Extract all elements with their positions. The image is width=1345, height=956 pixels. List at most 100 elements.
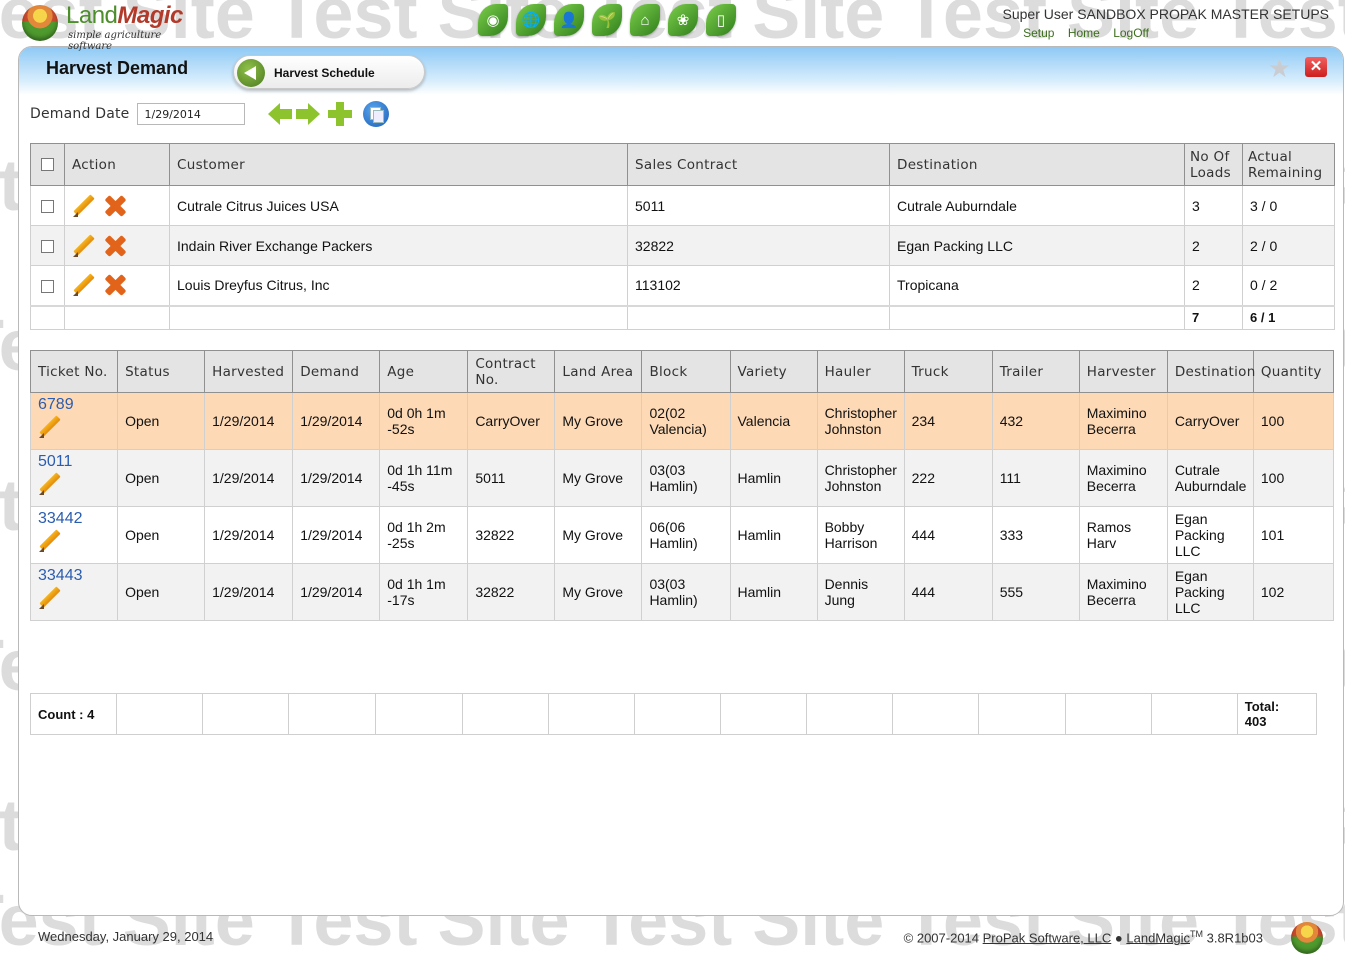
landmagic-logo[interactable]: LandMagic simple agriculture software: [22, 2, 202, 52]
quantity-header[interactable]: Quantity: [1252, 350, 1335, 393]
footer-logo-icon: [1291, 922, 1323, 954]
panel-header: Harvest Demand Harvest Schedule ★ ✕: [19, 47, 1343, 95]
row-checkbox[interactable]: [41, 240, 54, 254]
back-button-label: Harvest Schedule: [274, 66, 375, 80]
copy-icon: [363, 101, 390, 127]
truck-cell: 222: [903, 449, 993, 507]
ticket-row[interactable]: 33443 Open 1/29/2014 1/29/2014 0d 1h 1m -17s…: [29, 563, 1335, 621]
setup-link[interactable]: Setup: [1023, 26, 1054, 40]
harvester-header[interactable]: Harvester: [1078, 350, 1168, 393]
previous-day-button[interactable]: [261, 101, 293, 127]
customer-header[interactable]: Customer: [169, 143, 628, 186]
edit-pencil-icon[interactable]: [38, 416, 60, 438]
version: 3.8R1b03: [1206, 930, 1263, 946]
sales-contract-cell: 32822: [627, 225, 890, 266]
edit-pencil-icon[interactable]: [72, 235, 94, 257]
total-loads: 7: [1184, 304, 1243, 330]
summary-row: Count : 4 Total: 403: [29, 693, 1318, 735]
favorite-star-icon[interactable]: ★: [1268, 55, 1291, 81]
edit-pencil-icon[interactable]: [72, 274, 94, 296]
home-link[interactable]: Home: [1068, 26, 1100, 40]
age-cell: 0d 1h 2m -25s: [379, 506, 469, 564]
close-icon[interactable]: ✕: [1305, 57, 1327, 77]
barn-checklist-icon[interactable]: ⌂: [630, 4, 660, 36]
destination-cell: Cutrale Auburndale: [889, 185, 1185, 226]
truck-header[interactable]: Truck: [903, 350, 993, 393]
actual-remaining-header[interactable]: Actual Remaining: [1242, 143, 1335, 186]
landmagic-link[interactable]: LandMagic: [1126, 930, 1190, 945]
harvested-cell: 1/29/2014: [204, 506, 294, 564]
demand-row[interactable]: Indain River Exchange Packers 32822 Egan P…: [30, 225, 1335, 266]
ticket-link[interactable]: 5011: [38, 454, 110, 470]
age-header[interactable]: Age: [379, 350, 469, 393]
propak-software-link[interactable]: ProPak Software, LLC: [983, 930, 1112, 945]
arrow-right-icon: [296, 103, 321, 125]
ticket-link[interactable]: 33442: [38, 511, 110, 527]
delete-x-icon[interactable]: [104, 274, 126, 296]
demand-header[interactable]: Demand: [292, 350, 381, 393]
logoff-link[interactable]: LogOff: [1113, 26, 1149, 40]
contract-no-cell: 5011: [467, 449, 556, 507]
block-cell: 03(03 Hamlin): [641, 449, 731, 507]
row-checkbox[interactable]: [41, 280, 54, 294]
hauler-cell: Bobby Harrison: [816, 506, 905, 564]
top-bar: LandMagic simple agriculture software ◉ 🌐…: [0, 0, 1345, 52]
contract-no-header[interactable]: Contract No.: [467, 350, 556, 393]
demand-row[interactable]: Cutrale Citrus Juices USA 5011 Cutrale Aub…: [30, 185, 1335, 226]
quantity-total: Total: 403: [1236, 693, 1318, 735]
edit-pencil-icon[interactable]: [38, 473, 60, 495]
page-title: Harvest Demand: [46, 58, 189, 78]
hauler-header[interactable]: Hauler: [816, 350, 905, 393]
block-header[interactable]: Block: [641, 350, 731, 393]
edit-pencil-icon[interactable]: [38, 530, 60, 552]
loads-cell: 3: [1184, 185, 1243, 226]
actual-remaining-cell: 3 / 0: [1242, 185, 1335, 226]
destination-header[interactable]: Destination: [889, 143, 1185, 186]
demand-table: Action Customer Sales Contract Destinati…: [30, 143, 1335, 330]
block-icon[interactable]: ◉: [478, 4, 508, 36]
destination-header[interactable]: Destination: [1166, 350, 1255, 393]
ticket-table: Ticket No. Status Harvested Demand Age C…: [29, 350, 1335, 621]
demand-row[interactable]: Louis Dreyfus Citrus, Inc 113102 Tropicana…: [30, 265, 1335, 306]
mobile-tablet-icon[interactable]: ▯: [706, 4, 736, 36]
produce-icon[interactable]: ❀: [668, 4, 698, 36]
delete-x-icon[interactable]: [104, 235, 126, 257]
trailer-header[interactable]: Trailer: [991, 350, 1080, 393]
ticket-link[interactable]: 6789: [38, 397, 110, 413]
ticket-row[interactable]: 33442 Open 1/29/2014 1/29/2014 0d 1h 2m -25s…: [29, 506, 1335, 564]
copy-button[interactable]: [363, 101, 390, 127]
worker-clock-icon[interactable]: 👤: [554, 4, 584, 36]
edit-pencil-icon[interactable]: [38, 587, 60, 609]
ticket-link[interactable]: 33443: [38, 568, 110, 584]
ticket-cell: 5011: [29, 449, 119, 507]
seedling-hands-icon[interactable]: 🌱: [592, 4, 622, 36]
hauler-cell: Dennis Jung: [816, 563, 905, 621]
harvested-header[interactable]: Harvested: [204, 350, 294, 393]
add-button[interactable]: [327, 101, 353, 127]
globe-satellite-icon[interactable]: 🌐: [516, 4, 546, 36]
sales-contract-header[interactable]: Sales Contract: [627, 143, 890, 186]
variety-cell: Hamlin: [729, 563, 818, 621]
variety-header[interactable]: Variety: [729, 350, 818, 393]
land-area-header[interactable]: Land Area: [554, 350, 643, 393]
ticket-row[interactable]: 5011 Open 1/29/2014 1/29/2014 0d 1h 11m -45s…: [29, 449, 1335, 507]
truck-cell: 444: [903, 506, 993, 564]
status-header[interactable]: Status: [117, 350, 206, 393]
demand-date-input[interactable]: [137, 103, 246, 125]
ticket-row[interactable]: 6789 Open 1/29/2014 1/29/2014 0d 0h 1m -52s C…: [29, 392, 1335, 450]
ticket-no-header[interactable]: Ticket No.: [29, 350, 119, 393]
no-of-loads-header[interactable]: No Of Loads: [1184, 143, 1243, 186]
back-to-harvest-schedule-button[interactable]: Harvest Schedule: [233, 55, 425, 89]
delete-x-icon[interactable]: [104, 195, 126, 217]
demand-cell: 1/29/2014: [292, 449, 381, 507]
next-day-button[interactable]: [295, 101, 321, 127]
harvester-cell: Maximino Becerra: [1078, 392, 1168, 450]
destination-cell: Egan Packing LLC: [889, 225, 1185, 266]
ticket-cell: 33443: [29, 563, 119, 621]
edit-pencil-icon[interactable]: [72, 195, 94, 217]
page-footer: Wednesday, January 29, 2014 © 2007-2014 …: [0, 916, 1345, 956]
plus-icon: [328, 102, 353, 126]
row-checkbox[interactable]: [41, 200, 54, 214]
select-all-checkbox[interactable]: [41, 158, 54, 171]
user-nav-links: Setup Home LogOff: [1003, 26, 1330, 40]
